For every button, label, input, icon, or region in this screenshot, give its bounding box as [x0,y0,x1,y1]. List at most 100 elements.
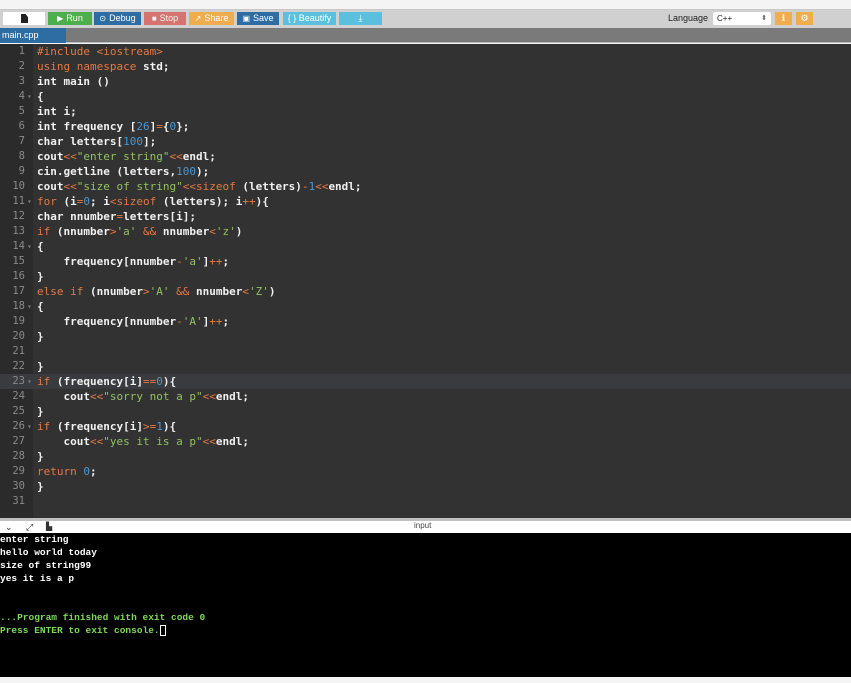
code-line[interactable]: 7 char letters[100]; [0,134,851,149]
fold-arrow-icon[interactable]: ▾ [27,419,32,434]
info-icon: ℹ [781,13,786,23]
code-line[interactable]: 29 return 0; [0,464,851,479]
code-text: } [37,480,44,493]
code-line[interactable]: 10 cout<<"size of string"<<sizeof (letter… [0,179,851,194]
code-line[interactable]: 20} [0,329,851,344]
line-number: 26 [12,420,25,432]
code-text: char letters[100]; [37,135,157,148]
share-button[interactable]: ↗ Share [189,12,234,25]
code-line[interactable]: 26 ▾ if (frequency[i]>=1){ [0,419,851,434]
save-button[interactable]: ▣ Save [237,12,279,25]
code-text: { [37,240,44,253]
tab-main-cpp[interactable]: main.cpp [0,28,66,43]
code-text: else if (nnumber>'A' && nnumber<'Z') [37,285,276,298]
beautify-button[interactable]: { } Beautify [283,12,336,25]
line-number: 28 [12,450,25,462]
page-bottom [0,677,851,683]
share-label: Share [204,13,229,23]
code-editor[interactable]: 1 #include <iostream> 2 using namespace std… [0,44,851,518]
copy-icon[interactable]: ▙ [46,521,52,533]
code-text: { [37,300,44,313]
expand-icon[interactable]: ⤢ [26,521,33,533]
line-number: 23 [12,375,25,387]
code-line[interactable]: 16} [0,269,851,284]
code-line[interactable]: 27 cout<<"yes it is a p"<<endl; [0,434,851,449]
line-number: 22 [12,360,25,372]
info-button[interactable]: ℹ [775,12,792,25]
code-text: cout<<"sorry not a p"<<endl; [37,390,249,403]
line-number: 8 [18,150,25,162]
settings-button[interactable]: ⚙ [796,12,813,25]
code-line[interactable]: 22} [0,359,851,374]
line-number: 31 [12,495,25,507]
code-line[interactable]: 17 else if (nnumber>'A' && nnumber<'Z') [0,284,851,299]
code-text: char nnumber=letters[i]; [37,210,196,223]
code-text: cin.getline (letters,100); [37,165,210,178]
code-text: } [37,450,44,463]
code-text: } [37,330,44,343]
code-line[interactable]: 18 ▾ { [0,299,851,314]
code-line[interactable]: 19 frequency[nnumber-'A']++; [0,314,851,329]
code-line[interactable]: 2 using namespace std; [0,59,851,74]
code-text: frequency[nnumber-'a']++; [37,255,230,268]
code-line[interactable]: 14 ▾ { [0,239,851,254]
browser-top-strip [0,0,851,10]
fold-arrow-icon[interactable]: ▾ [27,239,32,254]
code-line[interactable]: 13 if (nnumber>'a' && nnumber<'z') [0,224,851,239]
code-line[interactable]: 11 ▾ for (i=0; i<sizeof (letters); i++){ [0,194,851,209]
line-number: 15 [12,255,25,267]
console-output[interactable]: enter string hello world today size of str… [0,533,851,677]
line-number: 13 [12,225,25,237]
line-number: 3 [18,75,25,87]
line-number: 14 [12,240,25,252]
code-line[interactable]: 25} [0,404,851,419]
code-line[interactable]: 28} [0,449,851,464]
fold-arrow-icon[interactable]: ▾ [27,89,32,104]
stop-button[interactable]: ■ Stop [144,12,186,25]
code-text: for (i=0; i<sizeof (letters); i++){ [37,195,269,208]
gear-icon: ⚙ [800,13,809,23]
code-text: { [37,90,44,103]
line-number: 24 [12,390,25,402]
language-value: C++ [717,14,733,23]
line-number: 1 [18,45,25,57]
download-button[interactable]: ⤓ [339,12,382,25]
debug-button[interactable]: ⊙ Debug [94,12,141,25]
toolbar: ▶ Run ⊙ Debug ■ Stop ↗ Share ▣ Save { } Beaut… [0,10,851,28]
code-text: if (nnumber>'a' && nnumber<'z') [37,225,243,238]
code-line[interactable]: 1 #include <iostream> [0,44,851,59]
run-button[interactable]: ▶ Run [48,12,92,25]
console-header: ⌄ ⤢ ▙ input [0,521,851,533]
input-tab-label[interactable]: input [414,521,431,531]
file-icon [21,14,28,23]
code-line[interactable]: 12 char nnumber=letters[i]; [0,209,851,224]
code-line[interactable]: 21 [0,344,851,359]
code-text: if (frequency[i]>=1){ [37,420,177,433]
language-select[interactable]: C++ ⬍ [713,12,771,25]
code-line[interactable]: 8 cout<<"enter string"<<endl; [0,149,851,164]
fold-arrow-icon[interactable]: ▾ [27,374,32,389]
line-number: 18 [12,300,25,312]
code-line[interactable]: 5 int i; [0,104,851,119]
new-file-button[interactable] [3,12,45,25]
console-line: ...Program finished with exit code 0 [0,612,206,623]
code-line[interactable]: 24 cout<<"sorry not a p"<<endl; [0,389,851,404]
fold-arrow-icon[interactable]: ▾ [27,194,32,209]
code-line[interactable]: 9 cin.getline (letters,100); [0,164,851,179]
code-line[interactable]: 15 frequency[nnumber-'a']++; [0,254,851,269]
fold-arrow-icon[interactable]: ▾ [27,299,32,314]
code-line[interactable]: 23 ▾ if (frequency[i]==0){ [0,374,851,389]
save-label: Save [253,13,274,23]
line-number: 5 [18,105,25,117]
line-number: 16 [12,270,25,282]
line-number: 4 [18,90,25,102]
code-line[interactable]: 6 int frequency [26]={0}; [0,119,851,134]
code-line[interactable]: 4 ▾ { [0,89,851,104]
code-line[interactable]: 30} [0,479,851,494]
line-number: 6 [18,120,25,132]
code-lines[interactable]: 1 #include <iostream> 2 using namespace std… [0,44,851,509]
collapse-icon[interactable]: ⌄ [5,521,13,533]
code-line[interactable]: 31 [0,494,851,509]
code-line[interactable]: 3 int main () [0,74,851,89]
